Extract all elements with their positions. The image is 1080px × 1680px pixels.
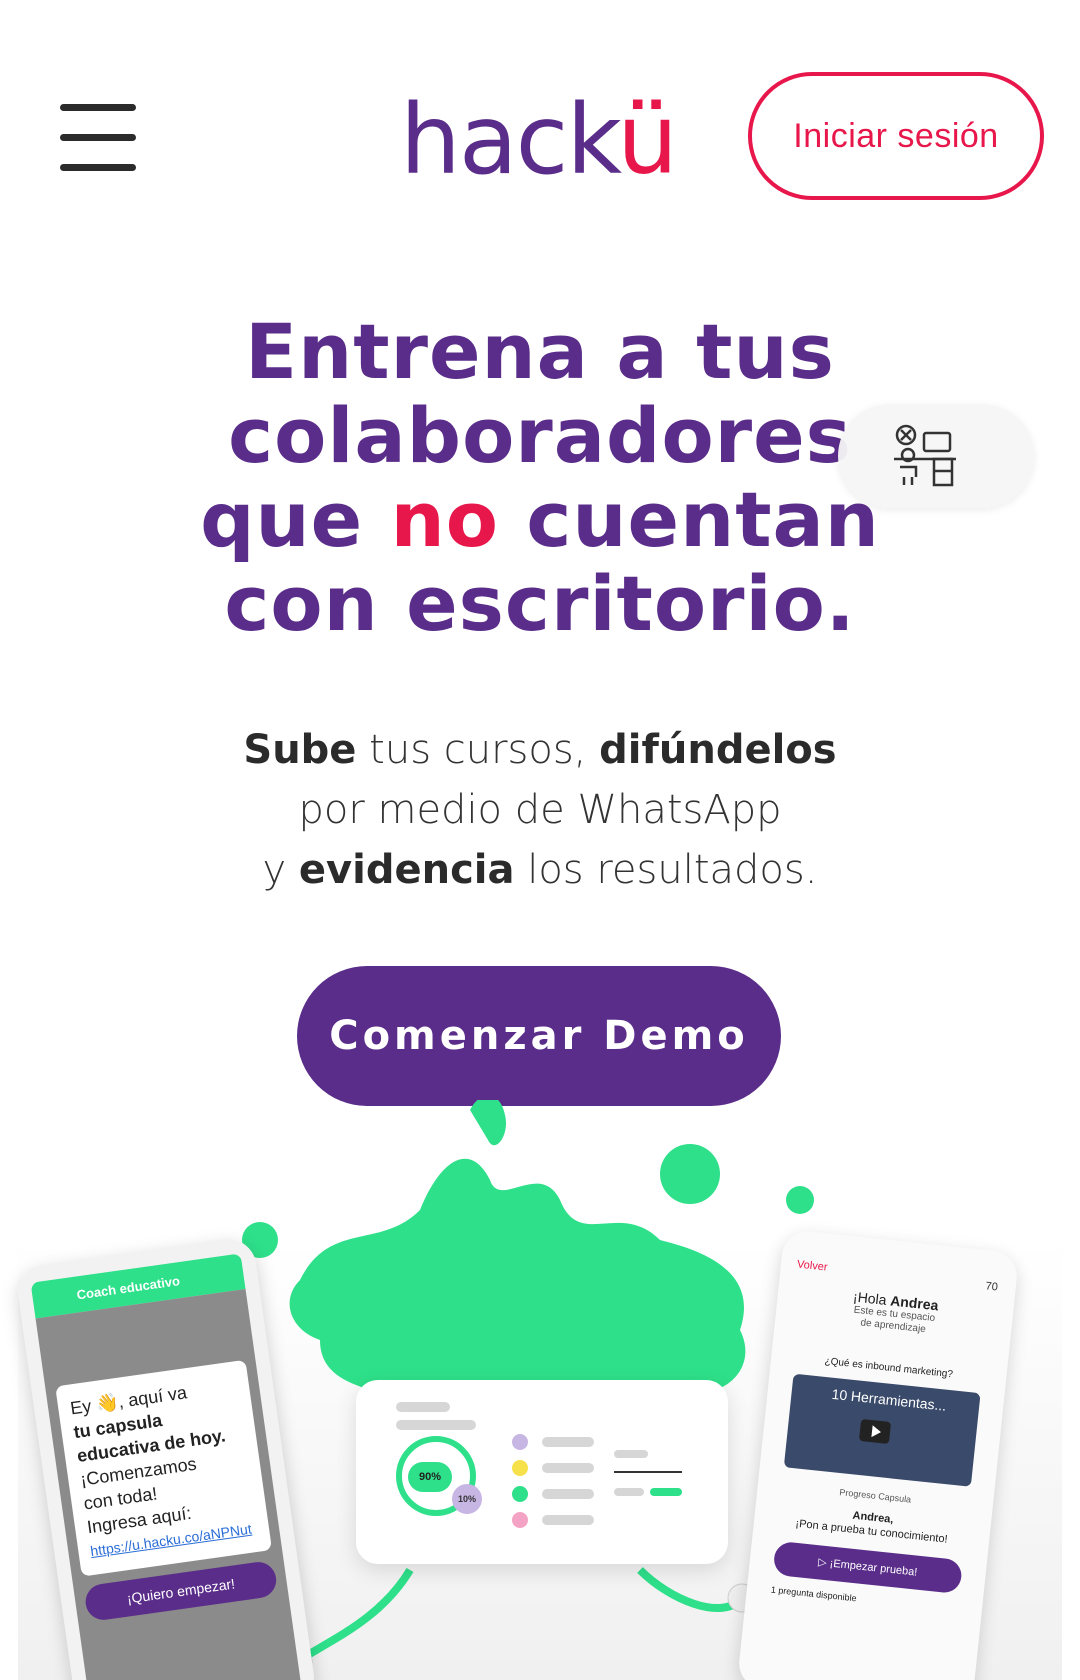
score-badge: 70 xyxy=(984,1280,999,1294)
start-test-button: ▷ ¡Empezar prueba! xyxy=(772,1540,964,1595)
logo[interactable]: hackü xyxy=(400,92,680,192)
logo-text: hackü xyxy=(400,84,678,196)
stats-card: 90% 10% xyxy=(356,1380,728,1564)
hero-illustration: Coach educativo Ey 👋, aquí va tu capsula… xyxy=(0,1100,1080,1680)
login-button[interactable]: Iniciar sesión xyxy=(748,72,1044,200)
desk-close-icon xyxy=(894,424,956,487)
hero-title-accent: no xyxy=(390,475,499,564)
learning-app-phone-mockup: Volver 70 ¡Hola Andrea Este es tu espaci… xyxy=(736,1228,1020,1680)
progress-ring-value: 90% xyxy=(408,1462,452,1492)
video-thumbnail: 10 Herramientas... xyxy=(783,1373,981,1487)
chat-bubble: Ey 👋, aquí va tu capsula educativa de ho… xyxy=(55,1359,273,1577)
start-demo-button[interactable]: Comenzar Demo xyxy=(297,966,781,1106)
header: hackü Iniciar sesión xyxy=(0,0,1080,260)
progress-ring-value-secondary: 10% xyxy=(452,1484,482,1514)
desk-badge[interactable] xyxy=(838,404,1034,508)
play-icon xyxy=(858,1418,892,1444)
hero-subtitle: Sube tus cursos, difúndelos por medio de… xyxy=(243,727,837,893)
menu-icon[interactable] xyxy=(60,100,136,174)
